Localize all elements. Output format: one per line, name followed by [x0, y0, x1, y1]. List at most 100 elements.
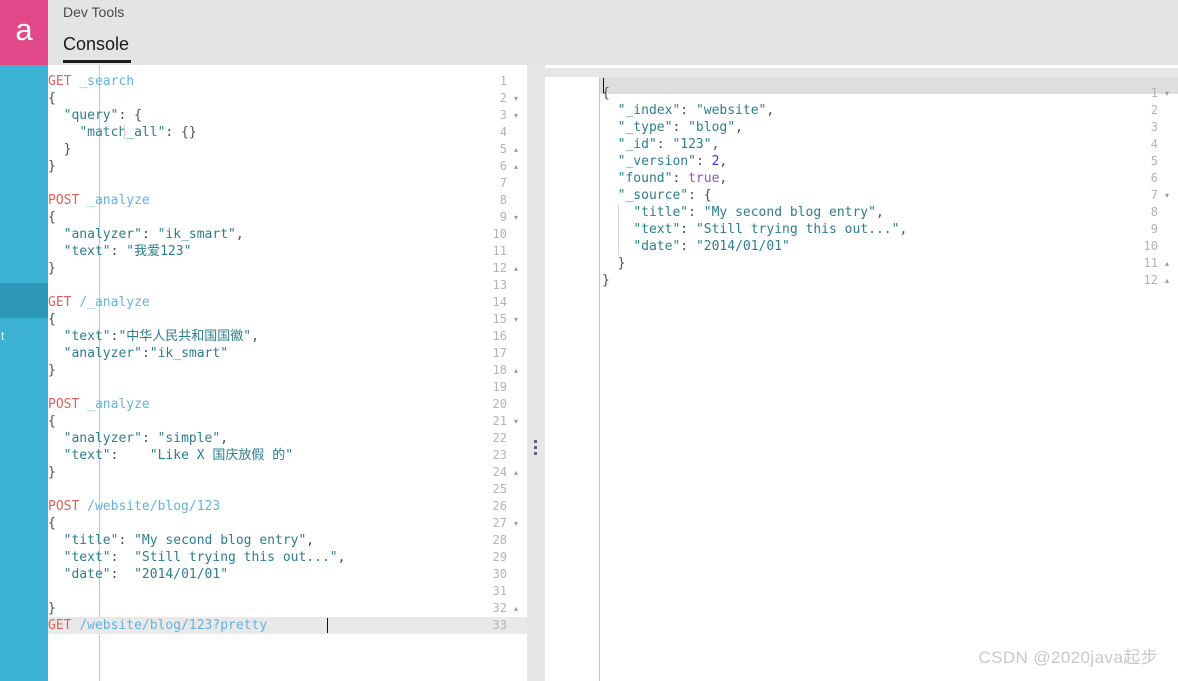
watermark: CSDN @2020java起步: [978, 648, 1158, 667]
code-line[interactable]: "text": "Still trying this out...",: [602, 221, 907, 238]
code-token: }: [48, 465, 56, 480]
code-line[interactable]: GET _search: [48, 73, 134, 90]
fold-expand-icon[interactable]: ▴: [510, 260, 522, 277]
line-number: 11: [492, 244, 507, 258]
code-token: ,: [337, 550, 346, 565]
code-token: ,: [251, 329, 259, 344]
panel-splitter[interactable]: [527, 65, 545, 681]
fold-expand-icon[interactable]: ▴: [510, 158, 522, 175]
code-token: : {: [118, 108, 142, 123]
code-line[interactable]: GET /_analyze: [48, 294, 150, 311]
code-line[interactable]: "text":"中华人民共和国国徽",: [48, 328, 259, 345]
code-token: }: [48, 142, 72, 157]
rail-nav-list: t: [0, 65, 48, 681]
code-line[interactable]: }: [602, 255, 626, 272]
code-line[interactable]: }: [48, 362, 56, 379]
code-line[interactable]: }: [48, 260, 56, 277]
fold-expand-icon[interactable]: ▴: [510, 600, 522, 617]
fold-expand-icon[interactable]: ▴: [1161, 272, 1173, 289]
code-line[interactable]: "_id": "123",: [602, 136, 720, 153]
fold-expand-icon[interactable]: ▴: [510, 464, 522, 481]
code-line[interactable]: POST _analyze: [48, 396, 150, 413]
line-number: 1: [1150, 86, 1158, 100]
code-token: :: [141, 346, 150, 361]
code-token: "text": [63, 329, 111, 344]
code-token: ,: [735, 120, 743, 135]
fold-collapse-icon[interactable]: ▾: [510, 311, 522, 328]
code-line[interactable]: "match_all": {}: [48, 124, 197, 141]
code-line[interactable]: {: [48, 209, 56, 226]
code-token: /_analyze: [79, 295, 150, 310]
sidebar-item-label[interactable]: t: [0, 329, 48, 344]
code-token: "_type": [617, 120, 673, 135]
code-line[interactable]: "query": {: [48, 107, 142, 124]
code-token: :: [688, 205, 704, 220]
code-token: :: [672, 120, 689, 135]
code-line[interactable]: {: [48, 515, 56, 532]
code-line[interactable]: POST _analyze: [48, 192, 150, 209]
code-line[interactable]: "_version": 2,: [602, 153, 728, 170]
code-token: "date": [63, 567, 111, 582]
code-line[interactable]: }: [48, 600, 56, 617]
code-token: POST: [48, 193, 80, 208]
code-token: {: [48, 312, 56, 327]
code-line[interactable]: {: [48, 311, 56, 328]
code-line[interactable]: "_source": {: [602, 187, 712, 204]
fold-expand-icon[interactable]: ▴: [1161, 255, 1173, 272]
response-panel[interactable]: 1 ▾{2 "_index": "website", 3 "_type": "blo…: [545, 65, 1178, 681]
code-line[interactable]: "_index": "website",: [602, 102, 775, 119]
code-token: "found": [617, 171, 673, 186]
tab-console[interactable]: Console: [63, 31, 132, 63]
code-line[interactable]: "analyzer": "simple",: [48, 430, 228, 447]
line-number: 15: [492, 312, 507, 326]
app-logo[interactable]: a: [0, 0, 48, 65]
code-line[interactable]: "analyzer": "ik_smart",: [48, 226, 244, 243]
code-line[interactable]: "_type": "blog",: [602, 119, 743, 136]
code-line[interactable]: "text": "Still trying this out...",: [48, 549, 346, 566]
code-token: {: [48, 210, 56, 225]
code-line[interactable]: }: [48, 464, 56, 481]
code-line[interactable]: POST /website/blog/123: [48, 498, 220, 515]
code-line[interactable]: "title": "My second blog entry",: [48, 532, 314, 549]
line-number: 4: [1150, 137, 1158, 151]
response-horizontal-scrollbar[interactable]: [545, 68, 1178, 77]
fold-collapse-icon[interactable]: ▾: [510, 90, 522, 107]
fold-collapse-icon[interactable]: ▾: [510, 515, 522, 532]
fold-expand-icon[interactable]: ▴: [510, 362, 522, 379]
page-title: Dev Tools: [63, 4, 125, 20]
fold-collapse-icon[interactable]: ▾: [510, 107, 522, 124]
code-line[interactable]: {: [48, 413, 56, 430]
fold-collapse-icon[interactable]: ▾: [510, 209, 522, 226]
code-line[interactable]: }: [602, 272, 610, 289]
code-line[interactable]: GET /website/blog/123?pretty: [48, 617, 267, 634]
code-line[interactable]: "date": "2014/01/01": [602, 238, 790, 255]
code-line[interactable]: "found": true,: [602, 170, 728, 187]
line-number: 7: [1150, 188, 1158, 202]
request-editor[interactable]: 1 GET _search 2 ▾{3 ▾ "query": {4 "match_all…: [48, 65, 527, 681]
code-line[interactable]: "text": "Like X 国庆放假 的": [48, 447, 293, 464]
line-number: 13: [492, 278, 507, 292]
code-line[interactable]: "text": "我爱123": [48, 243, 192, 260]
code-token: "match_all": [79, 125, 166, 140]
code-line[interactable]: "date": "2014/01/01": [48, 566, 228, 583]
fold-collapse-icon[interactable]: ▾: [1161, 85, 1173, 102]
fold-collapse-icon[interactable]: ▾: [510, 413, 522, 430]
code-token: :: [680, 239, 696, 254]
fold-collapse-icon[interactable]: ▾: [1161, 187, 1173, 204]
line-number: 24: [492, 465, 507, 479]
code-line[interactable]: }: [48, 141, 72, 158]
code-line[interactable]: "title": "My second blog entry",: [602, 204, 883, 221]
code-token: "text": [63, 244, 111, 259]
code-token: "_source": [617, 188, 689, 203]
sidebar-item-active[interactable]: [0, 283, 48, 318]
fold-expand-icon[interactable]: ▴: [510, 141, 522, 158]
code-line[interactable]: }: [48, 158, 56, 175]
code-line[interactable]: {: [48, 90, 56, 107]
code-line[interactable]: "analyzer":"ik_smart": [48, 345, 228, 362]
code-token: : {}: [165, 125, 197, 140]
